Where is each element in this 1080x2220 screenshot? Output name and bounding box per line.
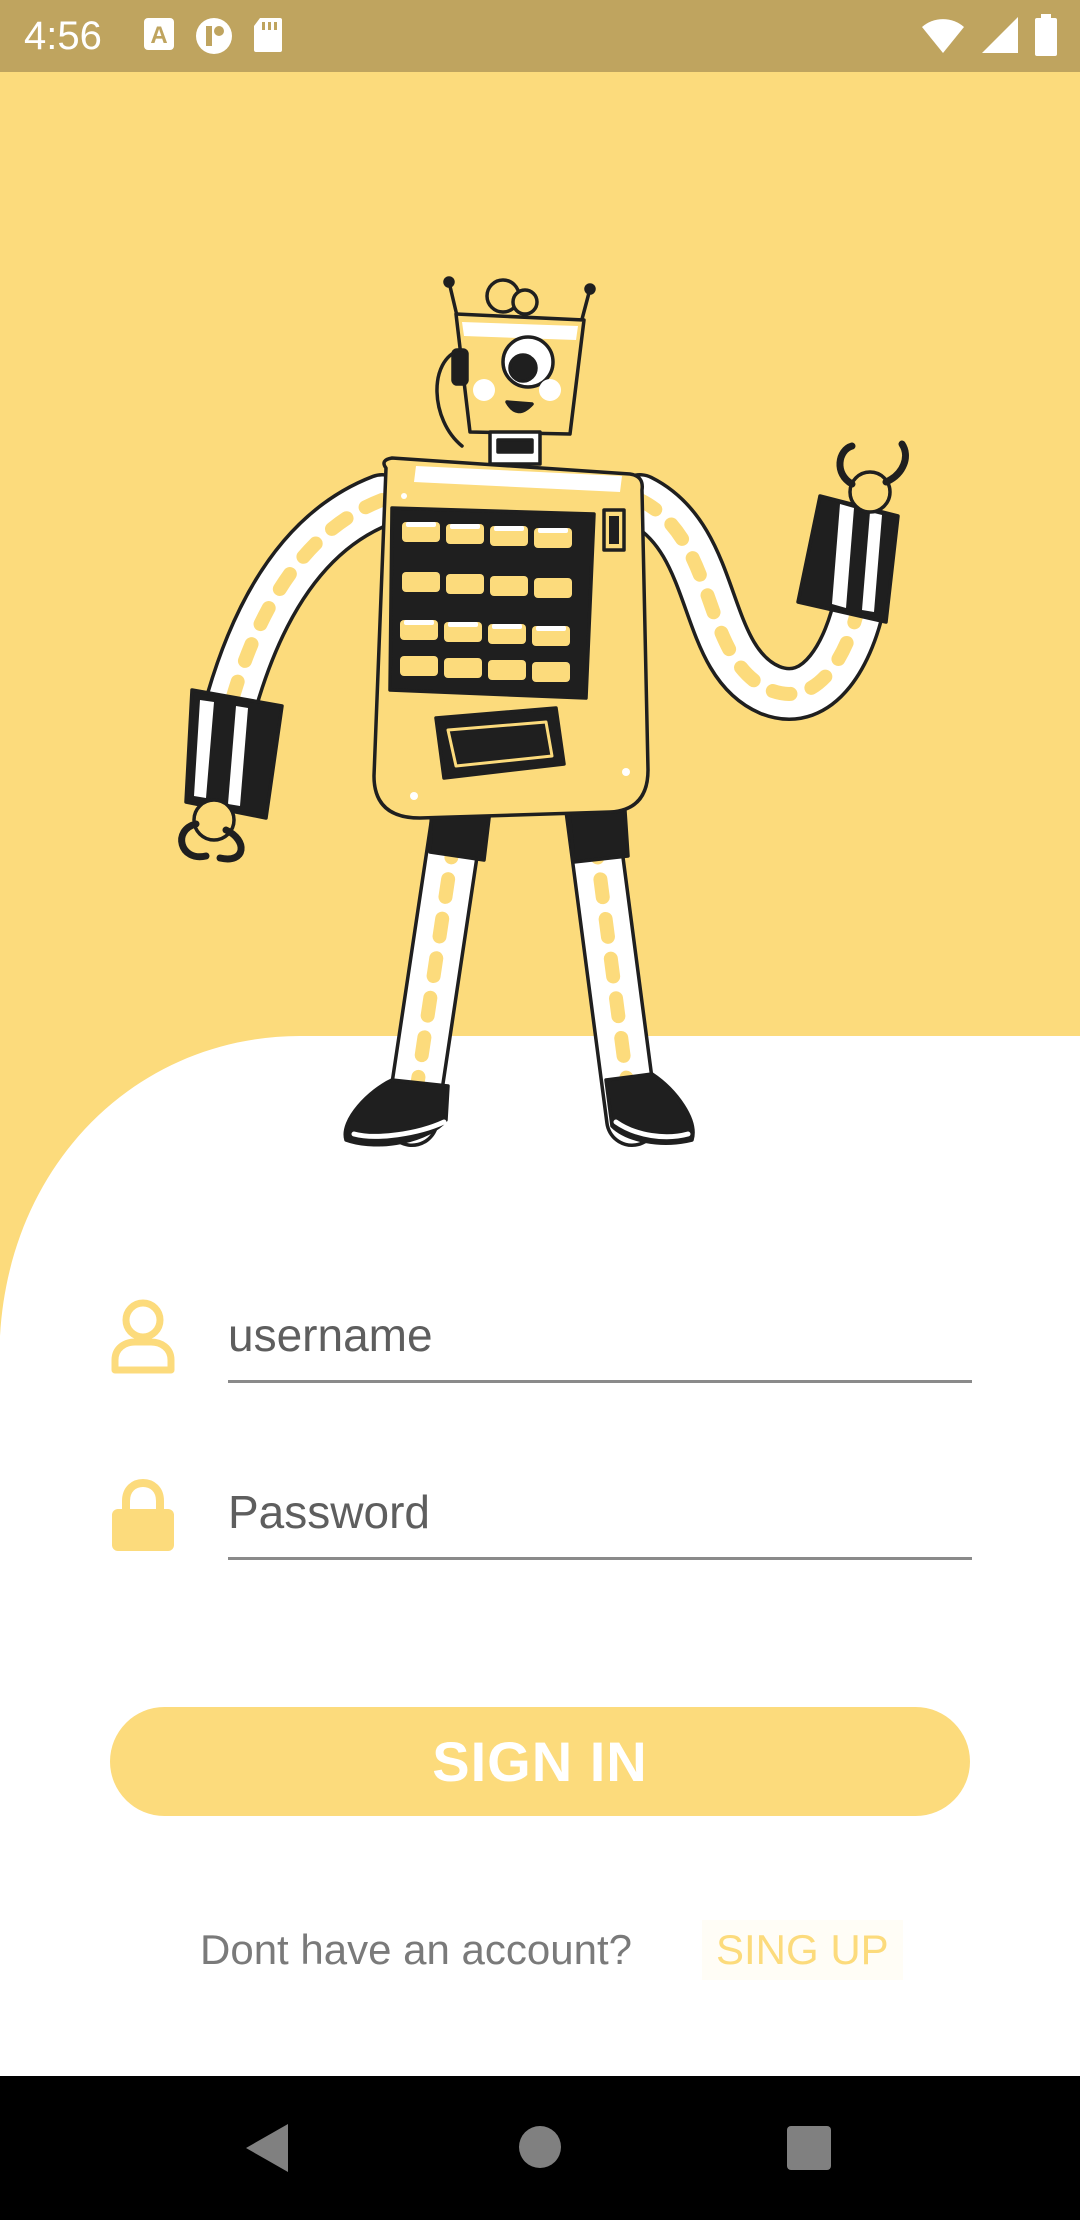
back-icon[interactable] — [244, 2122, 292, 2174]
a-badge-icon: A — [144, 18, 174, 50]
hero-section — [0, 72, 1080, 1336]
podcast-icon — [196, 18, 232, 54]
status-right-icons — [920, 14, 1058, 56]
signup-row: Dont have an account? SING UP — [0, 1920, 1080, 1980]
robot-waving-illustration — [178, 276, 909, 1147]
password-row — [0, 1467, 1080, 1607]
status-bar: 4:56 A — [0, 0, 1080, 72]
status-time: 4:56 — [24, 14, 102, 58]
recents-icon[interactable] — [786, 2125, 832, 2171]
svg-text:A: A — [150, 22, 167, 49]
username-input[interactable] — [228, 1290, 972, 1383]
wifi-icon — [922, 19, 964, 53]
signup-prompt: Dont have an account? — [200, 1926, 632, 1973]
status-left-icons: A — [142, 16, 284, 56]
username-row — [0, 1290, 1080, 1430]
navigation-bar — [0, 2076, 1080, 2220]
sd-card-icon — [254, 18, 282, 52]
home-icon[interactable] — [517, 2124, 563, 2170]
lock-icon — [112, 1479, 174, 1551]
battery-icon — [1035, 14, 1057, 56]
sign-up-link[interactable]: SING UP — [702, 1920, 903, 1980]
sign-in-button[interactable]: SIGN IN — [110, 1707, 970, 1816]
signal-icon — [982, 17, 1018, 53]
password-input[interactable] — [228, 1467, 972, 1560]
user-icon — [111, 1299, 175, 1374]
